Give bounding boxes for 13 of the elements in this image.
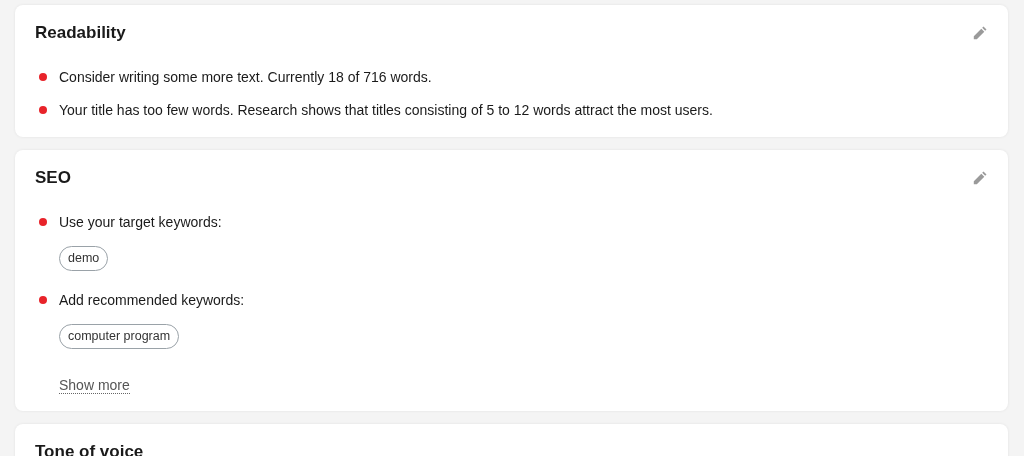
suggestion-text: Your title has too few words. Research shows that titles consisting of 5 to 12 words attract the most users.: [59, 101, 713, 120]
status-dot: [39, 106, 47, 114]
suggestion-text: Add recommended keywords:: [59, 291, 245, 310]
pencil-icon[interactable]: [972, 25, 988, 41]
status-dot: [39, 296, 47, 304]
card-title: Readability: [35, 22, 126, 44]
suggestion-text: Use your target keywords:: [59, 213, 222, 232]
status-dot: [39, 218, 47, 226]
suggestion-text: Consider writing some more text. Currently 18 of 716 words.: [59, 68, 432, 87]
pencil-icon[interactable]: [972, 170, 988, 186]
show-more-link[interactable]: Show more: [59, 377, 130, 394]
status-dot: [39, 73, 47, 81]
card-title: SEO: [35, 167, 71, 189]
